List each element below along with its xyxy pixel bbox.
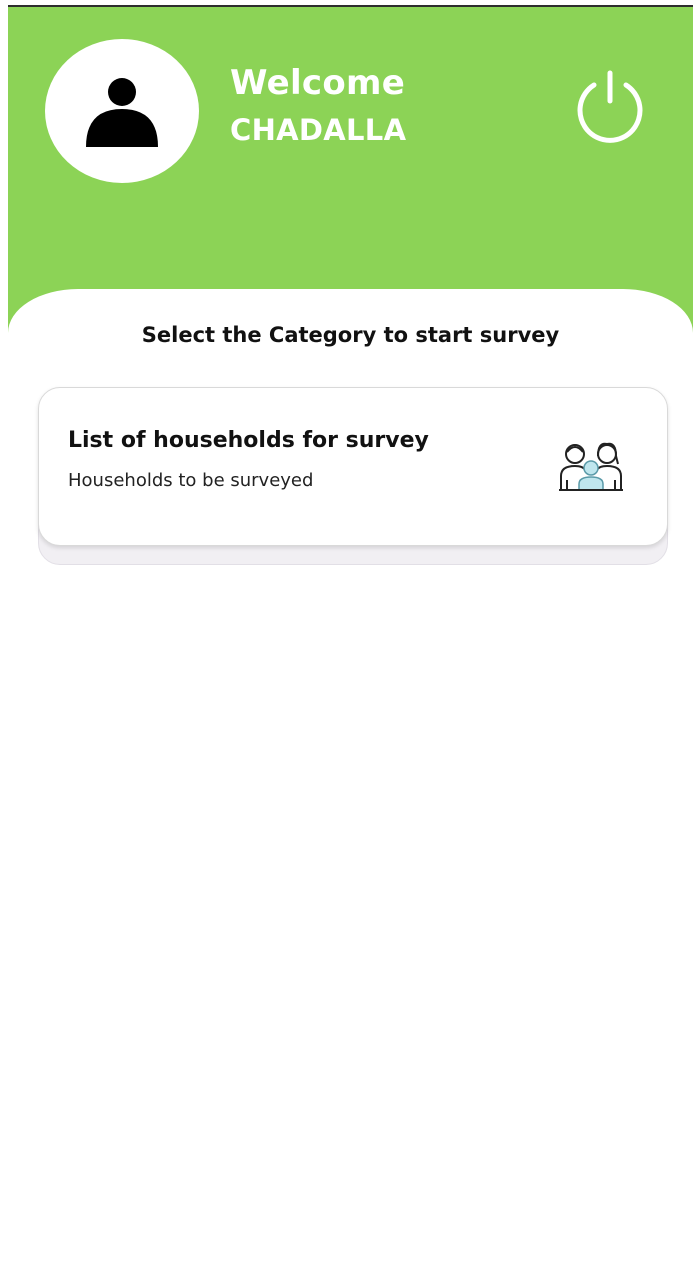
avatar[interactable] (45, 39, 199, 183)
logout-button[interactable] (570, 67, 650, 147)
user-name: CHADALLA (230, 113, 407, 147)
home-screen: Welcome CHADALLA Select the Category to … (0, 0, 693, 1262)
family-icon (559, 442, 623, 491)
power-icon (577, 70, 643, 143)
user-icon (86, 78, 158, 147)
category-title: List of households for survey (68, 428, 429, 453)
section-title: Select the Category to start survey (141, 323, 560, 347)
status-divider (0, 0, 693, 7)
category-subtitle: Households to be surveyed (68, 470, 314, 491)
welcome-text: Welcome (230, 63, 406, 103)
category-list: List of households for survey Households… (38, 387, 668, 565)
category-card-households[interactable]: List of households for survey Households… (38, 387, 668, 546)
content-panel: Select the Category to start survey List… (8, 289, 693, 1262)
